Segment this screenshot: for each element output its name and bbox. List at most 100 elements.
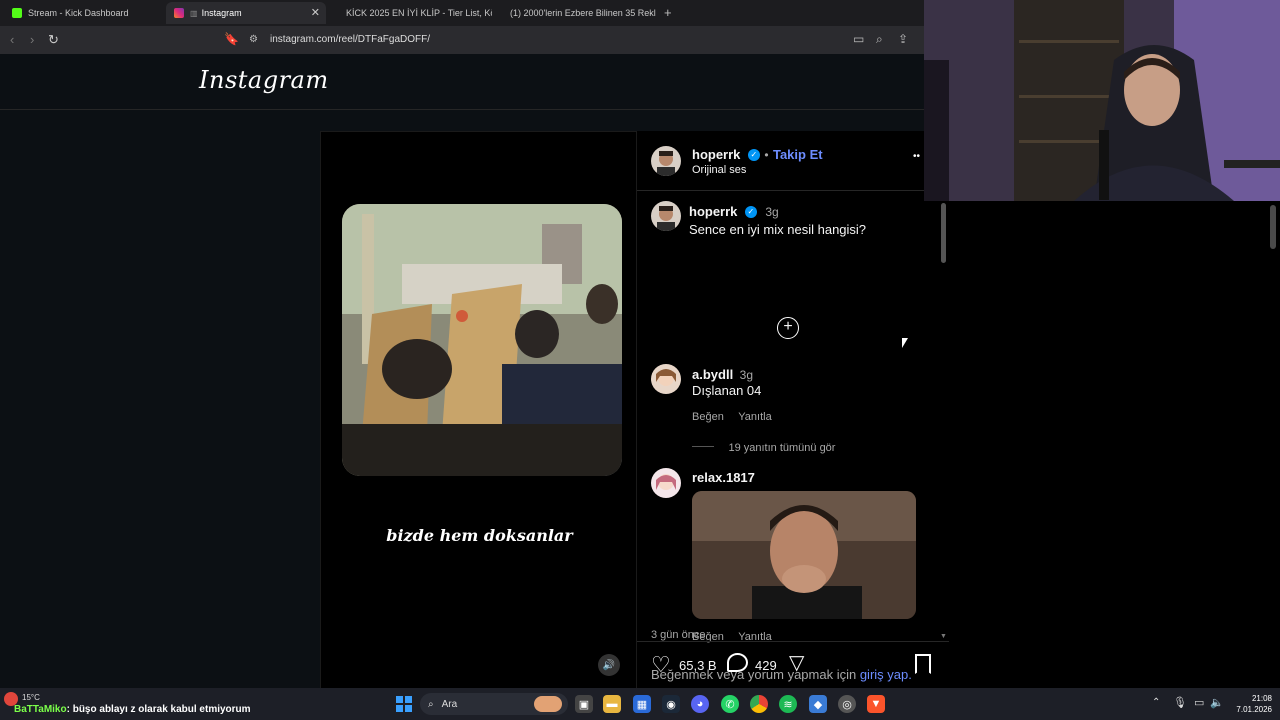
steam-icon[interactable]: ◉ [662, 695, 680, 713]
audio-label[interactable]: Orijinal ses [692, 164, 746, 176]
obs-icon[interactable]: ◎ [838, 695, 856, 713]
like-comment-button[interactable]: Beğen [692, 411, 724, 423]
reel-player[interactable]: bizde hem doksanlar 🔊 [320, 131, 637, 691]
comment-gif[interactable] [692, 491, 916, 619]
search-icon: ⌕ [428, 698, 434, 710]
posted-time: 3 gün önce [651, 629, 706, 641]
caption-username[interactable]: hoperrk [689, 204, 737, 219]
scroll-down-icon[interactable]: ▼ [940, 633, 947, 640]
verified-icon: ✓ [744, 205, 757, 218]
tab-tier-list[interactable]: KİCK 2025 EN İYİ KLİP - Tier List, Kör [332, 2, 492, 24]
brave-icon[interactable]: ▼ [867, 695, 885, 713]
more-options-icon[interactable]: •• [913, 151, 920, 162]
discord-icon[interactable]: ◕ [691, 695, 709, 713]
tab-instagram[interactable]: ▥ Instagram ✕ [166, 2, 326, 24]
system-clock[interactable]: 21:08 7.01.2026 [1228, 693, 1272, 715]
tab-label: Stream - Kick Dashboard [28, 8, 129, 18]
caption-text: Sence en iyi mix nesil hangisi? [689, 222, 867, 237]
microphone-icon[interactable]: 🎙 [1173, 696, 1187, 709]
save-icon[interactable] [915, 654, 931, 674]
scroll-thumb[interactable] [941, 203, 946, 263]
instagram-header: Instagram [0, 54, 924, 110]
comment-text: Dışlanan 04 [692, 383, 762, 398]
cast-icon[interactable]: ▭ [853, 32, 864, 46]
new-tab-icon[interactable]: + [664, 5, 672, 20]
load-more-comments-icon[interactable]: + [777, 317, 799, 339]
caption-avatar[interactable] [651, 201, 681, 231]
bookmark-icon[interactable]: 🔖 [224, 32, 239, 46]
reel-video[interactable] [342, 204, 622, 476]
search-placeholder: Ara [441, 698, 458, 710]
back-icon[interactable]: ‹ [10, 32, 14, 47]
tab-label: (1) 2000'lerin Ezbere Bilinen 35 Rekla [510, 8, 656, 18]
page-scrollbar[interactable] [1270, 205, 1276, 249]
clock-date: 7.01.2026 [1236, 705, 1272, 714]
app-icon[interactable]: ◆ [809, 695, 827, 713]
comment-username[interactable]: relax.1817 [692, 470, 755, 485]
zoom-icon[interactable]: ⌕ [876, 32, 883, 47]
task-view-icon[interactable]: ▣ [575, 695, 593, 713]
volume-icon[interactable]: 🔈 [1210, 696, 1224, 709]
whatsapp-icon[interactable]: ✆ [721, 695, 739, 713]
tab-label: KİCK 2025 EN İYİ KLİP - Tier List, Kör [346, 8, 492, 18]
kick-icon [12, 8, 22, 18]
view-replies-button[interactable]: 19 yanıtın tümünü gör [728, 442, 835, 454]
verified-icon: ✓ [747, 148, 760, 161]
temperature: 15°C [22, 693, 40, 702]
instagram-icon [174, 8, 184, 18]
chevron-up-icon[interactable]: ⌃ [1152, 697, 1160, 708]
instagram-logo[interactable]: Instagram [199, 66, 329, 94]
forward-icon[interactable]: › [30, 32, 34, 47]
follow-button[interactable]: Takip Et [773, 147, 823, 162]
reel-overlay-caption: bizde hem doksanlar [386, 526, 573, 545]
caption-time: 3g [765, 205, 779, 219]
stream-background [949, 201, 1280, 688]
streamer-webcam-image [924, 0, 1280, 201]
volume-icon[interactable]: 🔊 [598, 654, 620, 676]
tab-group-icon: ▥ [190, 8, 198, 18]
replies-divider [692, 446, 714, 448]
post-actions: ♡ 65,3 B 429 ▽ [637, 641, 949, 691]
reload-icon[interactable]: ↻ [48, 32, 59, 48]
chat-username: BaTTaMiko [14, 704, 67, 715]
store-icon[interactable]: ▦ [633, 695, 651, 713]
login-link[interactable]: giriş yap. [860, 667, 912, 682]
share-icon[interactable]: ⇪ [898, 32, 908, 46]
windows-start-icon[interactable] [395, 695, 413, 713]
address-bar: ‹ › ↻ 🔖 ⚙ instagram.com/reel/DTFaFgaDOFF… [0, 26, 924, 54]
file-explorer-icon[interactable]: ▬ [603, 695, 621, 713]
separator-dot: • [764, 148, 769, 162]
browser-tabbar: Stream - Kick Dashboard ▥ Instagram ✕ Kİ… [0, 0, 924, 26]
site-settings-icon[interactable]: ⚙ [249, 34, 258, 45]
comment-time: 3g [739, 368, 753, 382]
instagram-page: Instagram bizde hem doksanlar 🔊 hoperrk … [0, 54, 949, 691]
search-highlight-icon [534, 696, 562, 712]
chrome-icon[interactable] [750, 695, 768, 713]
comment-avatar[interactable] [651, 364, 681, 394]
spotify-icon[interactable]: ≋ [779, 695, 797, 713]
avatar[interactable] [651, 146, 681, 176]
tab-kick-dashboard[interactable]: Stream - Kick Dashboard [4, 2, 164, 24]
comment-username[interactable]: a.bydll [692, 367, 733, 382]
crying-man-gif-image [692, 491, 916, 619]
post-side-panel: hoperrk ✓ • Takip Et Orijinal ses •• hop… [637, 131, 949, 691]
reply-button[interactable]: Yanıtla [738, 411, 771, 423]
stream-chat-message: BaTTaMiko: büşo ablayı z olarak kabul et… [14, 704, 251, 715]
url-field[interactable]: instagram.com/reel/DTFaFgaDOFF/ [270, 34, 430, 45]
post-header: hoperrk ✓ • Takip Et Orijinal ses •• [637, 131, 949, 191]
chat-text: : büşo ablayı z olarak kabul etmiyorum [66, 704, 251, 715]
comments-scrollbar[interactable]: ▼ [940, 201, 948, 641]
close-tab-icon[interactable]: ✕ [311, 6, 320, 19]
taskbar-search[interactable]: ⌕ Ara [420, 693, 568, 715]
webcam-feed [924, 0, 1280, 201]
tab-label: Instagram [201, 8, 242, 18]
clock-time: 21:08 [1251, 694, 1272, 703]
mouse-cursor-icon [902, 338, 908, 348]
monitor-icon[interactable]: ▭ [1194, 696, 1204, 709]
tab-youtube[interactable]: (1) 2000'lerin Ezbere Bilinen 35 Rekla [496, 2, 656, 24]
comment-avatar[interactable] [651, 468, 681, 498]
login-prompt: Beğenmek veya yorum yapmak için [651, 667, 857, 682]
classroom-scene-image [342, 204, 622, 476]
windows-taskbar: 15°C BaTTaMiko: büşo ablayı z olarak kab… [0, 688, 1280, 720]
post-username[interactable]: hoperrk [692, 147, 740, 162]
